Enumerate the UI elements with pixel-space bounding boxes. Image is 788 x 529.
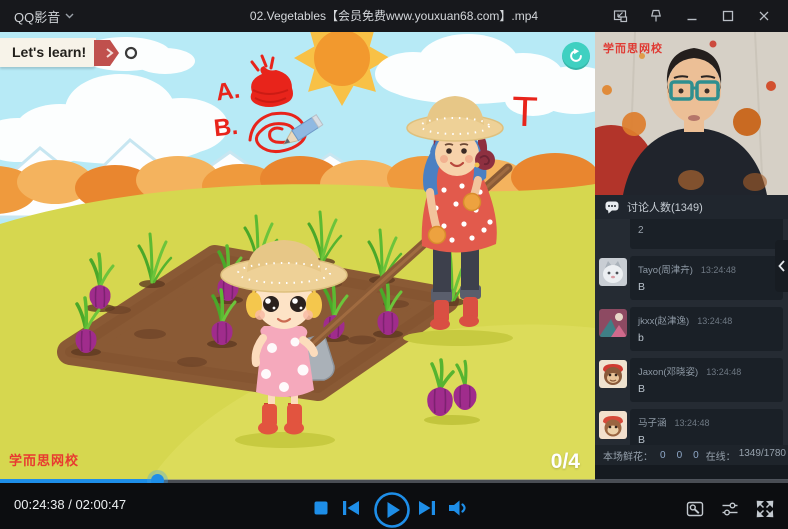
stop-button[interactable]	[314, 501, 328, 515]
message-text: B	[638, 281, 775, 293]
message-bubble: Jaxon(邓晓姿) 13:24:48 B	[630, 358, 783, 402]
panel-collapse-handle	[775, 240, 788, 292]
avatar	[599, 411, 627, 439]
message-text: b	[638, 332, 775, 344]
chat-message: 马子涵 13:24:48 B	[599, 409, 783, 445]
previous-icon	[342, 500, 360, 516]
cartoon-scene	[0, 32, 595, 480]
minimize-button[interactable]	[674, 0, 710, 32]
pin-icon	[648, 8, 664, 24]
flower-count: 0	[660, 450, 666, 461]
avatar	[599, 360, 627, 388]
time-display: 00:24:38 / 02:00:47	[14, 497, 126, 512]
message-text: 2	[638, 225, 644, 236]
control-bar: 00:24:38 / 02:00:47	[0, 483, 788, 529]
mini-player-icon	[612, 8, 628, 24]
message-text: B	[638, 383, 775, 395]
message-bubble: jkxx(赵津逸) 13:24:48 b	[630, 307, 783, 351]
chat-message: Tayo(周津卉) 13:24:48 B	[599, 256, 783, 300]
minimize-icon	[684, 8, 700, 24]
video-surface[interactable]: Let's learn! A. B. T 学而思网校 0/4	[0, 32, 595, 480]
banner-label: Let's learn!	[0, 38, 96, 67]
video-watermark: 学而思网校	[9, 450, 79, 469]
flowers-label: 本场鲜花：	[603, 448, 653, 463]
fullscreen-icon	[756, 500, 774, 518]
fullscreen-button[interactable]	[756, 500, 774, 518]
flower-count: 0	[677, 450, 683, 461]
chat-message-partial: 2	[630, 219, 783, 249]
teacher-webcam: 学而思网校	[595, 32, 788, 195]
class-side-panel: 学而思网校 讨论人数(1349) 2	[595, 32, 788, 480]
mini-player-button[interactable]	[602, 0, 638, 32]
message-time: 13:24:48	[697, 316, 732, 326]
page-counter: 0/4	[551, 450, 580, 474]
window-buttons	[602, 0, 782, 32]
message-bubble: 马子涵 13:24:48 B	[630, 409, 783, 445]
qq-player-window: QQ影音 02.Vegetables【会员免费www.youxuan68.com…	[0, 0, 788, 529]
play-icon	[373, 491, 411, 529]
app-menu[interactable]: QQ影音	[14, 0, 74, 32]
message-username: Jaxon(邓晓姿)	[638, 364, 698, 378]
chevron-down-icon	[65, 13, 74, 19]
online-count: 在线： 1349/1780	[706, 448, 786, 463]
chat-list: 2 Tayo(周津卉) 13:24:48 B	[595, 219, 788, 445]
volume-button[interactable]	[448, 499, 468, 517]
refresh-button	[562, 42, 590, 70]
message-username: Tayo(周津卉)	[638, 262, 693, 276]
window-title: 02.Vegetables【会员免费www.youxuan68.com】.mp4	[250, 0, 538, 32]
stop-icon	[314, 501, 328, 515]
app-name: QQ影音	[14, 7, 60, 26]
toolbox-icon	[686, 500, 704, 518]
pin-button[interactable]	[638, 0, 674, 32]
chat-header-label: 讨论人数(1349)	[627, 199, 703, 215]
sliders-icon	[721, 500, 739, 518]
annotation-t-label: T	[511, 88, 538, 137]
avatar	[599, 309, 627, 337]
annotation-a-label: A.	[214, 76, 242, 107]
teacher-webcam-image	[595, 32, 788, 195]
next-button[interactable]	[418, 500, 436, 516]
avatar	[599, 258, 627, 286]
toolbox-button[interactable]	[686, 500, 704, 518]
message-username: 马子涵	[638, 415, 667, 429]
maximize-icon	[720, 8, 736, 24]
banner-ring-icon	[124, 46, 138, 60]
titlebar: QQ影音 02.Vegetables【会员免费www.youxuan68.com…	[0, 0, 788, 32]
chat-bubble-icon	[605, 201, 619, 214]
message-time: 13:24:48	[675, 418, 710, 428]
annotation-b-label: B.	[213, 113, 240, 143]
flower-count: 0	[693, 450, 699, 461]
lets-learn-banner: Let's learn!	[0, 38, 138, 67]
flower-stats-bar: 本场鲜花： 0 0 0 在线： 1349/1780	[595, 445, 788, 465]
online-label: 在线：	[706, 448, 736, 463]
online-value: 1349/1780	[739, 448, 786, 463]
chat-input-strip	[595, 465, 788, 480]
refresh-icon	[568, 48, 584, 64]
chevron-left-icon	[778, 260, 785, 272]
chat-message: jkxx(赵津逸) 13:24:48 b	[599, 307, 783, 351]
chat-header: 讨论人数(1349)	[595, 195, 788, 219]
message-time: 13:24:48	[701, 265, 736, 275]
banner-tag-icon	[94, 39, 124, 67]
next-icon	[418, 500, 436, 516]
maximize-button[interactable]	[710, 0, 746, 32]
playlist-settings-button[interactable]	[721, 500, 739, 518]
close-icon	[756, 8, 772, 24]
chat-message: Jaxon(邓晓姿) 13:24:48 B	[599, 358, 783, 402]
message-bubble: Tayo(周津卉) 13:24:48 B	[630, 256, 783, 300]
webcam-watermark: 学而思网校	[603, 40, 663, 56]
volume-icon	[448, 499, 468, 517]
play-button[interactable]	[373, 491, 411, 529]
previous-button[interactable]	[342, 500, 360, 516]
message-username: jkxx(赵津逸)	[638, 313, 689, 327]
message-time: 13:24:48	[706, 367, 741, 377]
close-button[interactable]	[746, 0, 782, 32]
message-text: B	[638, 434, 775, 445]
